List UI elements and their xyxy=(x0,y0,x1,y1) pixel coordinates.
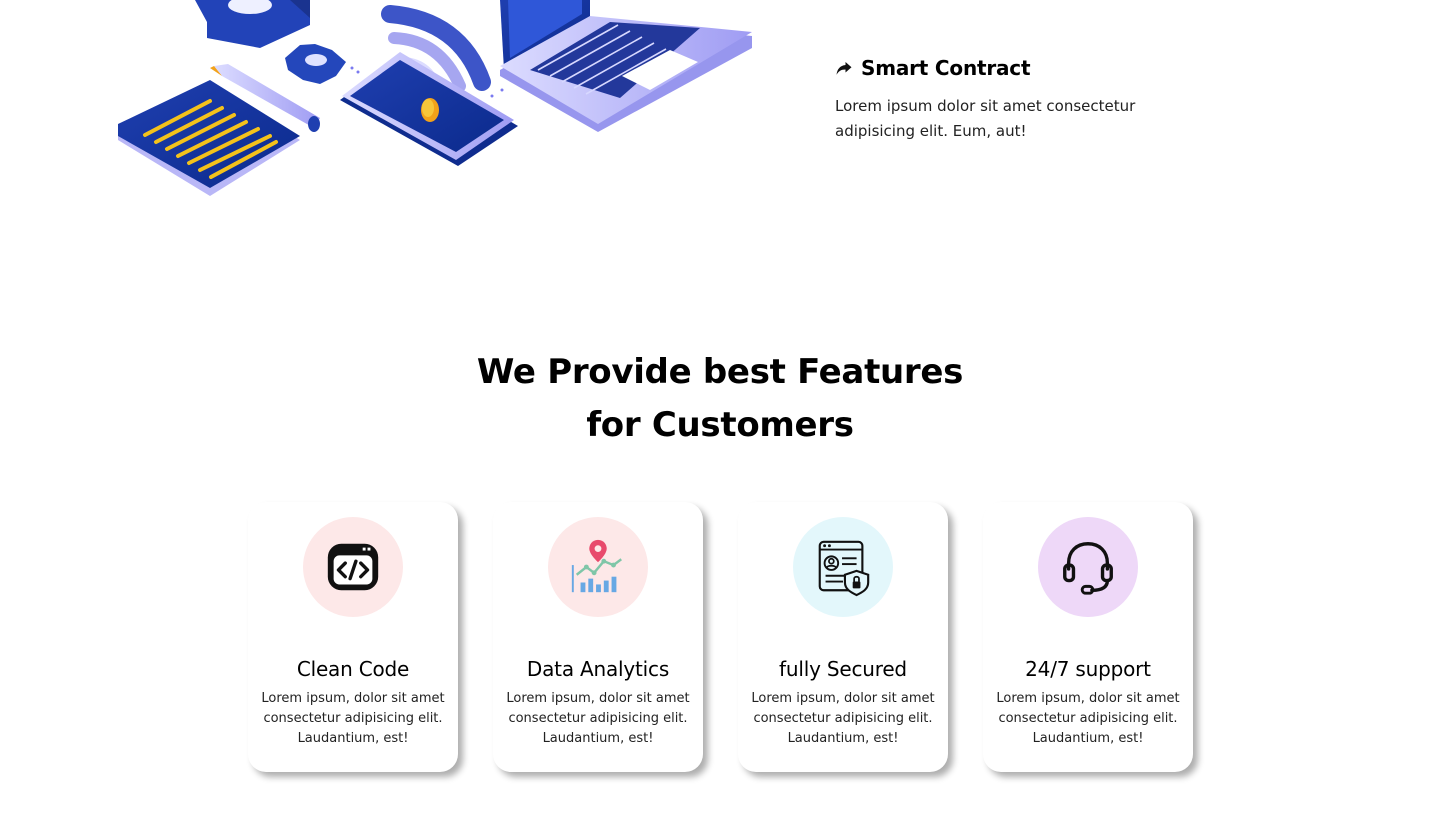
feature-card-title: Clean Code xyxy=(296,657,410,681)
feature-card-title: fully Secured xyxy=(779,657,907,681)
features-heading-line1: We Provide best Features xyxy=(476,352,964,392)
feature-card-description: Lorem ipsum, dolor sit amet consectetur … xyxy=(751,691,935,746)
gear-icon xyxy=(195,0,310,48)
analytics-icon xyxy=(571,539,622,593)
feature-cards: Clean Code Lorem ipsum, dolor sit amet c… xyxy=(248,502,1193,772)
code-icon xyxy=(327,543,379,591)
smart-contract-section: Smart Contract Lorem ipsum dolor sit ame… xyxy=(835,56,1195,144)
smart-contract-title: Smart Contract xyxy=(861,56,1031,80)
share-arrow-icon xyxy=(835,59,853,77)
smart-contract-description: Lorem ipsum dolor sit amet consectetur a… xyxy=(835,97,1136,140)
secure-document-icon xyxy=(818,540,870,597)
page: Smart Contract Lorem ipsum dolor sit ame… xyxy=(0,0,1440,822)
headset-icon xyxy=(1063,542,1113,595)
features-heading: We Provide best Features for Customers xyxy=(0,346,1440,452)
small-gear-icon xyxy=(285,44,346,84)
feature-card-data-analytics: Data Analytics Lorem ipsum, dolor sit am… xyxy=(493,502,703,772)
smart-contract-title-row: Smart Contract xyxy=(835,56,1195,80)
feature-icon-circle xyxy=(303,517,403,617)
feature-card-fully-secured: fully Secured Lorem ipsum, dolor sit ame… xyxy=(738,502,948,772)
feature-icon-circle xyxy=(548,517,648,617)
features-heading-line2: for Customers xyxy=(586,405,854,445)
feature-card-title: Data Analytics xyxy=(526,657,670,681)
feature-card-description: Lorem ipsum, dolor sit amet consectetur … xyxy=(261,691,445,746)
feature-card-clean-code: Clean Code Lorem ipsum, dolor sit amet c… xyxy=(248,502,458,772)
laptop-icon xyxy=(500,0,752,132)
feature-card-description: Lorem ipsum, dolor sit amet consectetur … xyxy=(506,691,690,746)
feature-icon-circle xyxy=(1038,517,1138,617)
feature-icon-circle xyxy=(793,517,893,617)
feature-card-description: Lorem ipsum, dolor sit amet consectetur … xyxy=(996,691,1180,746)
feature-card-support: 24/7 support Lorem ipsum, dolor sit amet… xyxy=(983,502,1193,772)
feature-card-title: 24/7 support xyxy=(1025,657,1151,681)
isometric-illustration xyxy=(110,0,760,205)
